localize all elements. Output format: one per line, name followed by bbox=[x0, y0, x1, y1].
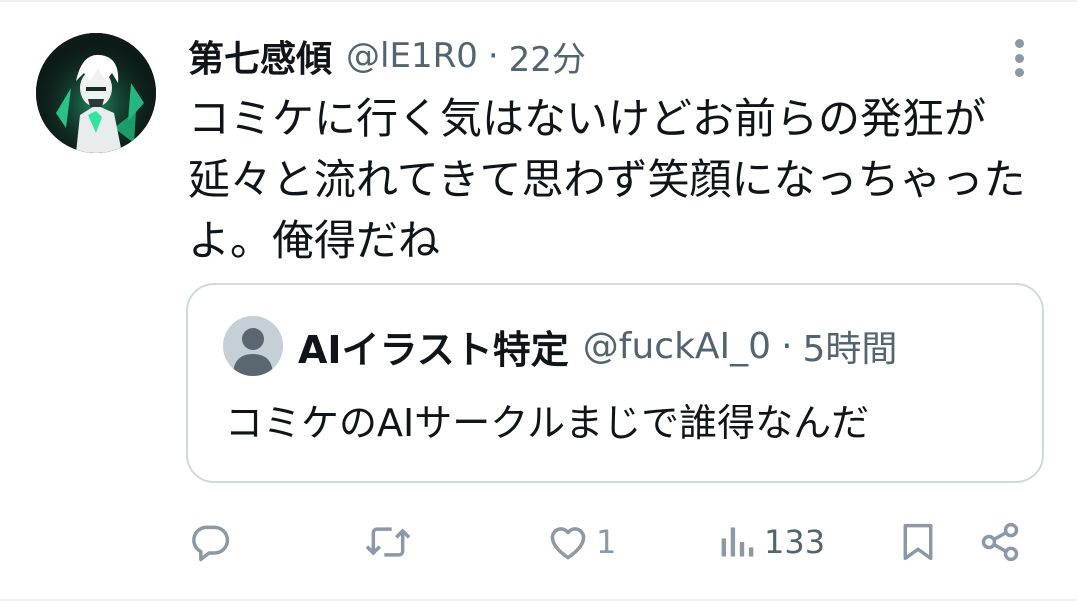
more-dot-icon bbox=[1014, 39, 1024, 48]
display-name[interactable]: 第七感傾 bbox=[188, 30, 332, 82]
more-dot-icon bbox=[1014, 68, 1024, 77]
quote-user-handle[interactable]: @fuckAI_0 bbox=[583, 326, 771, 367]
quote-text: コミケのAIサークルまじで誰得なんだ bbox=[225, 401, 870, 445]
user-handle[interactable]: @lE1R0 bbox=[346, 36, 478, 76]
views-count: 133 bbox=[764, 523, 826, 561]
tweet-text: コミケに行く気はないけどお前らの発狂が延々と流れてきて思わず笑顔になっちゃったよ… bbox=[188, 94, 1026, 265]
user-avatar[interactable] bbox=[36, 33, 156, 153]
tweet-header: 第七感傾 @lE1R0 · 22分 bbox=[188, 30, 586, 82]
reply-button[interactable] bbox=[188, 512, 232, 572]
share-button[interactable] bbox=[978, 512, 1022, 572]
retweet-icon bbox=[365, 527, 411, 557]
bookmark-button[interactable] bbox=[898, 512, 938, 572]
bookmark-icon bbox=[903, 523, 933, 561]
quote-user-avatar[interactable] bbox=[223, 316, 283, 376]
like-button[interactable]: 1 bbox=[546, 512, 616, 572]
tweet-item[interactable]: 第七感傾 @lE1R0 · 22分 コミケに行く気はないけどお前らの発狂が延々と… bbox=[0, 0, 1077, 601]
heart-icon bbox=[550, 527, 586, 560]
more-options-button[interactable] bbox=[1004, 36, 1034, 80]
retweet-button[interactable] bbox=[364, 512, 412, 572]
quote-timestamp[interactable]: 5時間 bbox=[803, 320, 898, 372]
views-button[interactable]: 133 bbox=[718, 512, 825, 572]
quote-tweet-card[interactable]: AIイラスト特定 @fuckAI_0 · 5時間 コミケのAIサークルまじで誰得… bbox=[186, 283, 1044, 483]
timestamp[interactable]: 22分 bbox=[509, 32, 586, 81]
quote-separator-dot: · bbox=[781, 325, 793, 367]
more-dot-icon bbox=[1014, 53, 1024, 63]
views-icon bbox=[721, 527, 754, 557]
top-divider bbox=[0, 0, 1077, 2]
share-icon bbox=[981, 522, 1019, 562]
anime-character-avatar-icon bbox=[36, 33, 156, 153]
like-count: 1 bbox=[596, 523, 617, 561]
quote-header: AIイラスト特定 @fuckAI_0 · 5時間 bbox=[298, 319, 898, 374]
action-bar: 1 133 bbox=[188, 512, 1028, 572]
separator-dot: · bbox=[487, 36, 499, 76]
quote-display-name[interactable]: AIイラスト特定 bbox=[298, 319, 569, 374]
reply-icon bbox=[192, 525, 230, 562]
default-user-avatar-icon bbox=[223, 316, 283, 376]
